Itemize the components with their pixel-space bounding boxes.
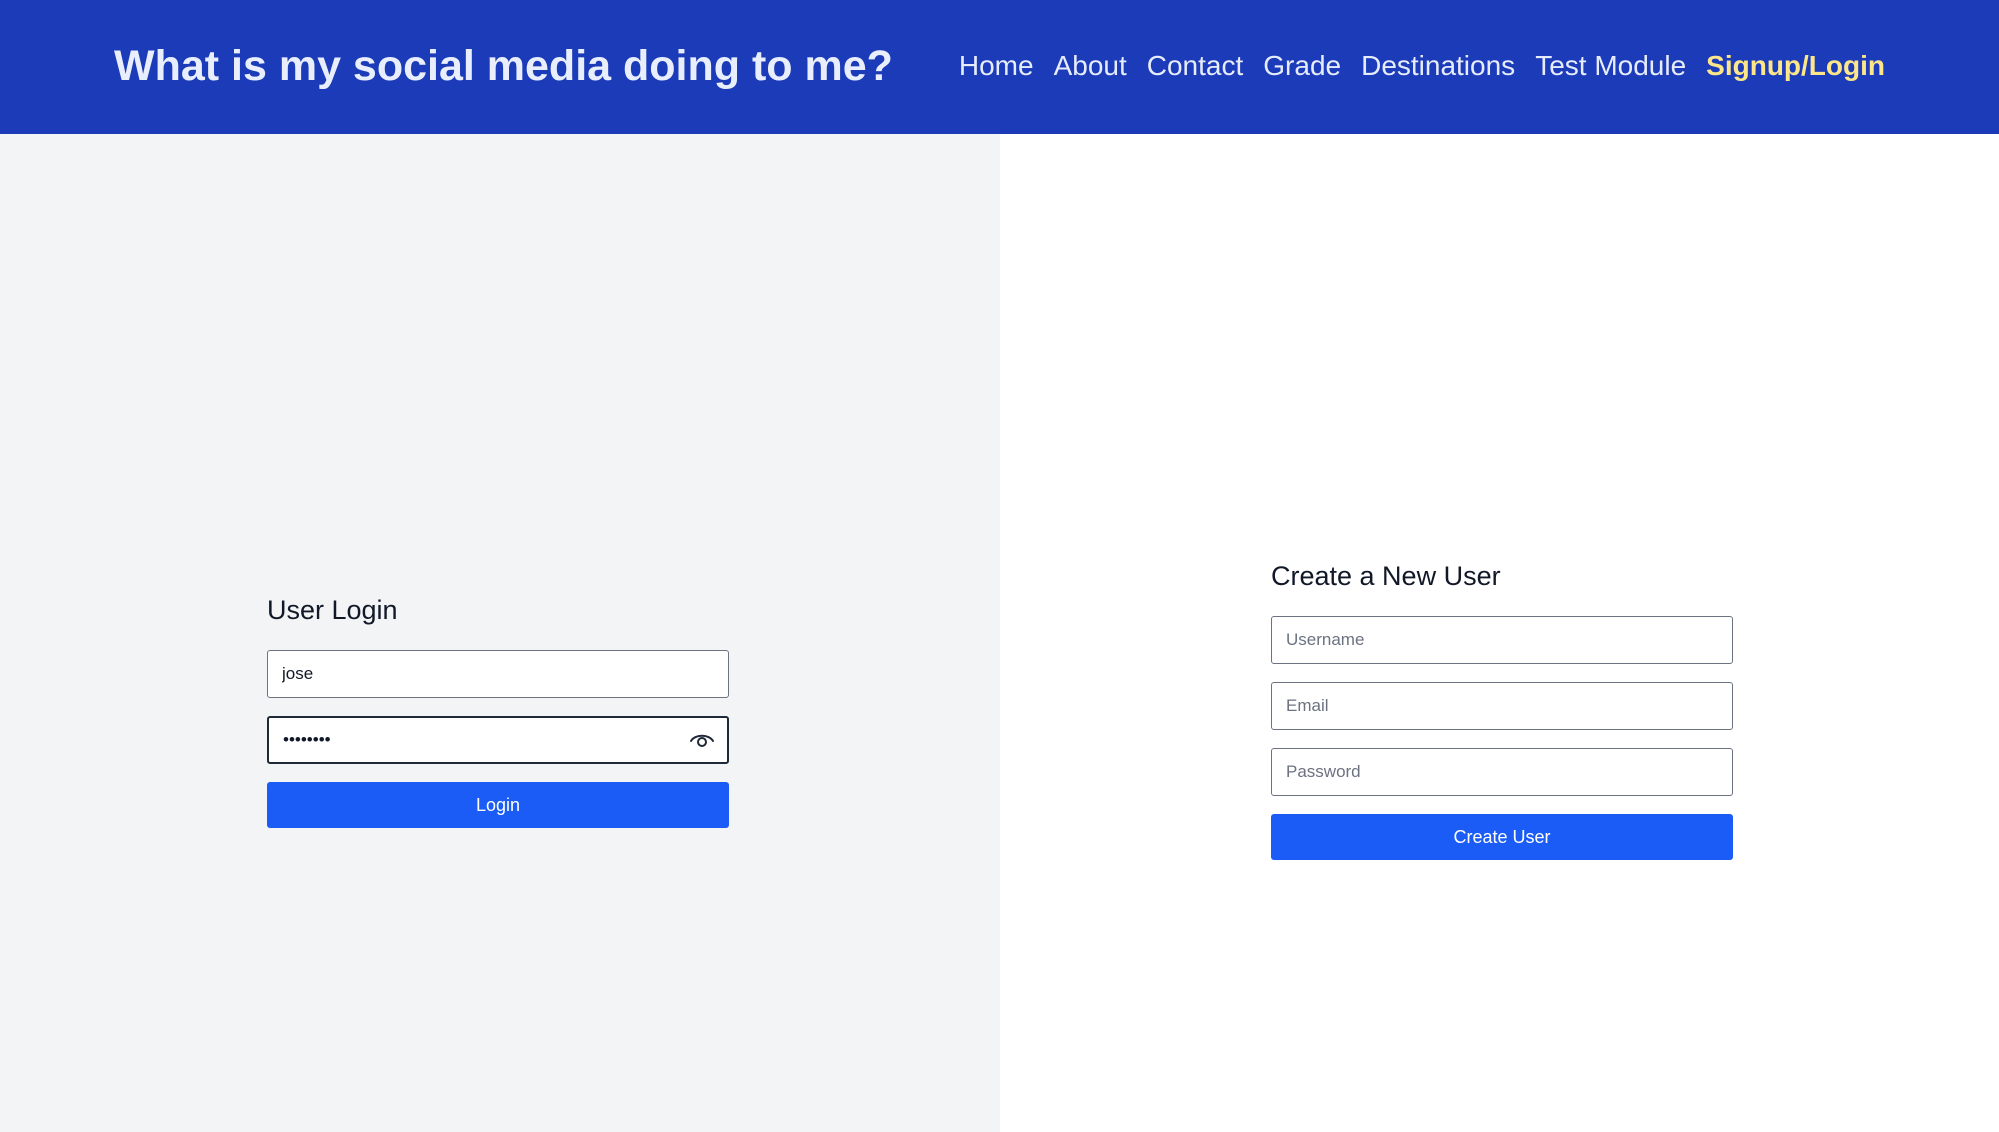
nav-test-module[interactable]: Test Module [1535,46,1686,86]
create-password-field [1271,748,1733,796]
create-username-input[interactable] [1271,616,1733,664]
create-user-form: Create a New User Create User [1271,556,1733,860]
create-user-button[interactable]: Create User [1271,814,1733,860]
login-title: User Login [267,595,398,625]
create-email-field [1271,682,1733,730]
create-username-field [1271,616,1733,664]
login-username-field [267,650,729,698]
create-user-title: Create a New User [1271,561,1501,591]
login-panel: User Login Login [0,134,1000,1132]
site-title: What is my social media doing to me? [114,42,893,90]
login-form: User Login Login [267,590,729,828]
nav-home[interactable]: Home [959,46,1034,86]
nav-grade[interactable]: Grade [1263,46,1341,86]
login-password-field [267,716,729,764]
login-password-input[interactable] [267,716,729,764]
create-user-panel: Create a New User Create User [1000,134,1999,1132]
site-header: What is my social media doing to me? Hom… [0,0,1999,134]
login-button[interactable]: Login [267,782,729,828]
main-nav: Home About Contact Grade Destinations Te… [959,46,1885,86]
nav-contact[interactable]: Contact [1147,46,1244,86]
nav-destinations[interactable]: Destinations [1361,46,1515,86]
login-username-input[interactable] [267,650,729,698]
nav-signup-login[interactable]: Signup/Login [1706,46,1885,86]
nav-about[interactable]: About [1054,46,1127,86]
eye-icon[interactable] [689,729,715,751]
create-password-input[interactable] [1271,748,1733,796]
create-email-input[interactable] [1271,682,1733,730]
